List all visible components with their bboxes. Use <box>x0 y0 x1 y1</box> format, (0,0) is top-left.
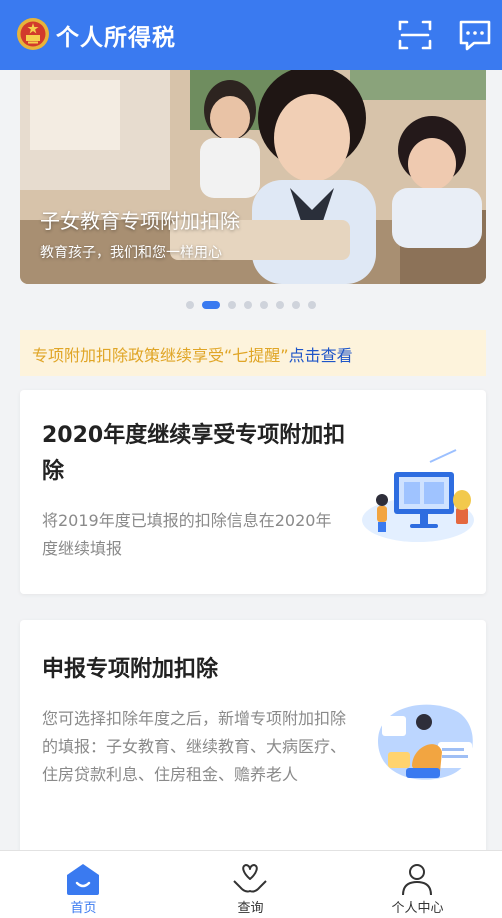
home-icon <box>67 864 99 895</box>
tab-label: 个人中心 <box>391 901 444 916</box>
policy-notice[interactable]: 专项附加扣除政策继续享受“七提醒”点击查看 <box>20 330 486 376</box>
message-icon[interactable] <box>456 16 494 54</box>
declare-illustration-icon <box>378 704 473 780</box>
carousel-dot <box>244 301 252 309</box>
carousel-dot-active <box>202 301 220 309</box>
tab-label: 查询 <box>237 901 264 916</box>
app-title: 个人所得税 <box>56 25 176 51</box>
promo-banner[interactable]: 子女教育专项附加扣除 教育孩子，我们和您一样用心 <box>20 70 486 284</box>
carousel-dot <box>228 301 236 309</box>
continue-deduction-card[interactable]: 2020年度继续享受专项附加扣除 将2019年度已填报的扣除信息在2020年度继… <box>20 390 486 594</box>
tab-home[interactable]: 首页 <box>0 851 167 918</box>
banner-subtitle: 教育孩子，我们和您一样用心 <box>40 245 222 261</box>
card-description: 将2019年度已填报的扣除信息在2020年度继续填报 <box>42 511 332 558</box>
notice-view-link[interactable]: 点击查看 <box>289 346 353 365</box>
heart-hand-icon <box>233 864 267 893</box>
carousel-dot <box>276 301 284 309</box>
carousel-dot <box>292 301 300 309</box>
carousel-dot <box>308 301 316 309</box>
person-icon <box>402 864 432 896</box>
carousel-dot <box>260 301 268 309</box>
card-title: 2020年度继续享受专项附加扣除 <box>42 423 346 484</box>
national-emblem-icon <box>17 18 49 50</box>
app-header: 个人所得税 <box>0 0 502 70</box>
notice-message: 专项附加扣除政策继续享受“七提醒” <box>32 346 289 365</box>
declare-deduction-card[interactable]: 申报专项附加扣除 您可选择扣除年度之后，新增专项附加扣除的填报：子女教育、继续教… <box>20 620 486 855</box>
banner-title: 子女教育专项附加扣除 <box>40 209 240 233</box>
scan-icon[interactable] <box>396 16 434 54</box>
computer-illustration-icon <box>362 449 474 542</box>
notice-text: 专项附加扣除政策继续享受“七提醒”点击查看 <box>32 342 353 366</box>
carousel-indicator <box>0 300 502 310</box>
tab-personal-center[interactable]: 个人中心 <box>334 851 501 918</box>
bottom-tab-bar: 首页 查询 个人中心 <box>0 850 502 918</box>
card-title: 申报专项附加扣除 <box>42 657 219 682</box>
carousel-dot <box>186 301 194 309</box>
card-description: 您可选择扣除年度之后，新增专项附加扣除的填报：子女教育、继续教育、大病医疗、住房… <box>42 709 347 784</box>
tab-label: 首页 <box>70 901 97 916</box>
tab-query[interactable]: 查询 <box>167 851 334 918</box>
